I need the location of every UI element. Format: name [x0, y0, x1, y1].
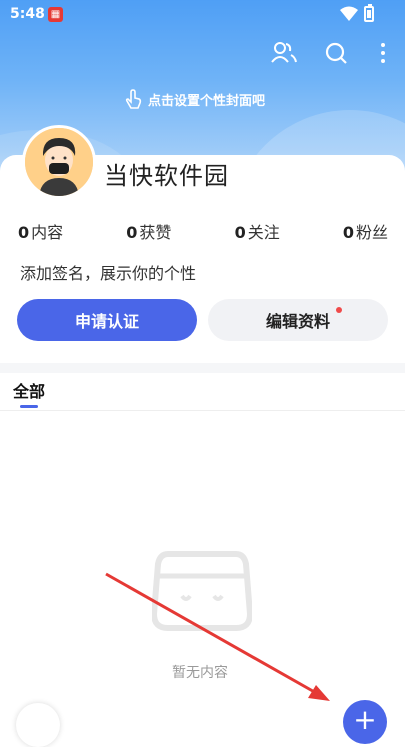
wifi-icon — [340, 6, 358, 21]
signature[interactable]: 添加签名，展示你的个性 — [20, 260, 196, 284]
empty-box-icon — [152, 551, 252, 631]
apply-verification-button[interactable]: 申请认证 — [17, 299, 197, 341]
stat-label: 获赞 — [139, 223, 172, 242]
stat-fans[interactable]: 0 粉丝 — [343, 219, 388, 243]
set-cover-text: 点击设置个性封面吧 — [148, 93, 266, 109]
status-bar: 5:48 ▦ — [0, 0, 405, 30]
stat-likes[interactable]: 0 获赞 — [126, 219, 171, 243]
stat-count: 0 — [18, 223, 30, 242]
tab-all[interactable]: 全部 — [13, 378, 45, 402]
section-divider — [0, 363, 405, 373]
app-notification-icon: ▦ — [48, 7, 63, 22]
stat-count: 0 — [234, 223, 246, 242]
notification-dot — [336, 307, 342, 313]
set-cover-hint[interactable]: 点击设置个性封面吧 — [124, 88, 265, 110]
tab-divider — [0, 410, 405, 411]
stat-label: 粉丝 — [355, 223, 388, 242]
stat-label: 内容 — [31, 223, 64, 242]
stat-content[interactable]: 0 内容 — [18, 219, 63, 243]
stat-count: 0 — [126, 223, 138, 242]
friends-icon[interactable] — [269, 38, 299, 68]
back-to-top-button[interactable] — [16, 703, 60, 747]
status-time: 5:48 — [10, 6, 45, 22]
search-icon[interactable] — [321, 38, 351, 68]
username: 当快软件园 — [104, 162, 229, 190]
stat-count: 0 — [342, 223, 354, 242]
edit-profile-label: 编辑资料 — [265, 312, 330, 331]
tab-indicator — [20, 405, 38, 408]
stat-following[interactable]: 0 关注 — [235, 219, 280, 243]
avatar[interactable] — [22, 125, 96, 199]
battery-icon — [364, 4, 374, 22]
more-icon[interactable] — [368, 38, 398, 68]
create-post-button[interactable]: + — [343, 700, 387, 744]
profile-stats: 0 内容 0 获赞 0 关注 0 粉丝 — [18, 219, 388, 243]
tap-hand-icon — [125, 89, 142, 109]
apply-verification-label: 申请认证 — [74, 312, 139, 331]
stat-label: 关注 — [247, 223, 280, 242]
edit-profile-button[interactable]: 编辑资料 — [208, 299, 388, 341]
empty-state-text: 暂无内容 — [172, 665, 228, 681]
avatar-illustration — [25, 128, 93, 196]
